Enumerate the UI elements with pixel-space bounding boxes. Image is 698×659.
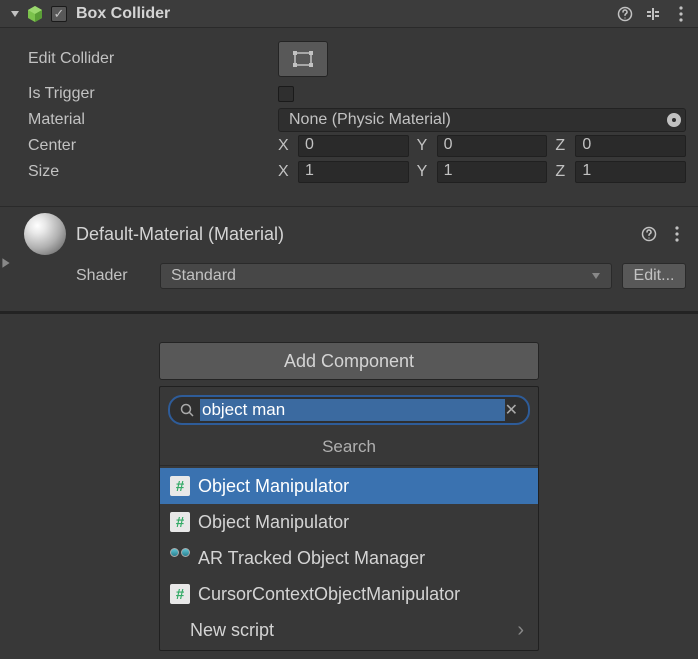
footer: Add Component object man ✕ Search # Obje… <box>0 311 698 651</box>
axis-y-label: Y <box>417 137 431 155</box>
search-value: object man <box>200 399 505 421</box>
edit-shader-button[interactable]: Edit... <box>622 263 686 289</box>
material-preview-icon <box>24 213 66 255</box>
material-label: Material <box>28 111 278 129</box>
script-icon: # <box>170 584 190 604</box>
dropdown-item-object-manipulator[interactable]: # Object Manipulator <box>160 504 538 540</box>
axis-x-label: X <box>278 163 292 181</box>
dropdown-item-label: Object Manipulator <box>198 512 349 533</box>
box-collider-body: Edit Collider Is Trigger Material None (… <box>0 28 698 200</box>
material-section: Default-Material (Material) Shader Stand… <box>0 206 698 299</box>
axis-x-label: X <box>278 137 292 155</box>
dropdown-item-object-manipulator[interactable]: # Object Manipulator <box>160 468 538 504</box>
dropdown-item-ar-tracked-object-manager[interactable]: AR Tracked Object Manager <box>160 540 538 576</box>
dropdown-header: Search <box>160 429 538 466</box>
is-trigger-label: Is Trigger <box>28 85 278 103</box>
axis-z-label: Z <box>555 137 569 155</box>
chevron-right-icon: › <box>517 619 524 642</box>
center-label: Center <box>28 137 278 155</box>
menu-icon[interactable] <box>668 225 686 243</box>
ar-icon <box>170 548 190 568</box>
size-x-input[interactable]: 1 <box>298 161 409 183</box>
menu-icon[interactable] <box>672 5 690 23</box>
help-icon[interactable] <box>616 5 634 23</box>
axis-z-label: Z <box>555 163 569 181</box>
dropdown-list: # Object Manipulator # Object Manipulato… <box>160 466 538 650</box>
box-collider-header: Box Collider <box>0 0 698 28</box>
material-title: Default-Material (Material) <box>76 224 640 245</box>
help-icon[interactable] <box>640 225 658 243</box>
search-icon <box>180 403 194 417</box>
size-y-input[interactable]: 1 <box>437 161 548 183</box>
size-z-input[interactable]: 1 <box>575 161 686 183</box>
script-icon: # <box>170 512 190 532</box>
center-x-input[interactable]: 0 <box>298 135 409 157</box>
add-component-dropdown: object man ✕ Search # Object Manipulator… <box>159 386 539 651</box>
preset-icon[interactable] <box>644 5 662 23</box>
new-script-label: New script <box>190 620 274 641</box>
dropdown-item-label: CursorContextObjectManipulator <box>198 584 460 605</box>
size-label: Size <box>28 163 278 181</box>
box-collider-icon <box>26 5 44 23</box>
add-component-button[interactable]: Add Component <box>159 342 539 380</box>
axis-y-label: Y <box>417 163 431 181</box>
center-y-input[interactable]: 0 <box>437 135 548 157</box>
object-picker-icon[interactable] <box>667 113 681 127</box>
shader-dropdown[interactable]: Standard <box>160 263 612 289</box>
dropdown-item-label: AR Tracked Object Manager <box>198 548 425 569</box>
dropdown-item-label: Object Manipulator <box>198 476 349 497</box>
shader-value: Standard <box>171 267 236 285</box>
edit-collider-button[interactable] <box>278 41 328 77</box>
component-search-input[interactable]: object man ✕ <box>168 395 530 425</box>
physic-material-field[interactable]: None (Physic Material) <box>278 108 686 132</box>
shader-label: Shader <box>76 267 150 285</box>
center-z-input[interactable]: 0 <box>575 135 686 157</box>
physic-material-value: None (Physic Material) <box>289 111 451 129</box>
component-title: Box Collider <box>76 5 616 23</box>
clear-search-icon[interactable]: ✕ <box>505 400 518 420</box>
dropdown-item-cursor-context-object-manipulator[interactable]: # CursorContextObjectManipulator <box>160 576 538 612</box>
is-trigger-checkbox[interactable] <box>278 86 294 102</box>
enabled-checkbox[interactable] <box>50 5 68 23</box>
dropdown-item-new-script[interactable]: New script › <box>160 612 538 648</box>
foldout-toggle[interactable] <box>8 7 22 21</box>
script-icon: # <box>170 476 190 496</box>
edit-collider-label: Edit Collider <box>28 50 278 68</box>
material-foldout[interactable] <box>0 257 12 269</box>
